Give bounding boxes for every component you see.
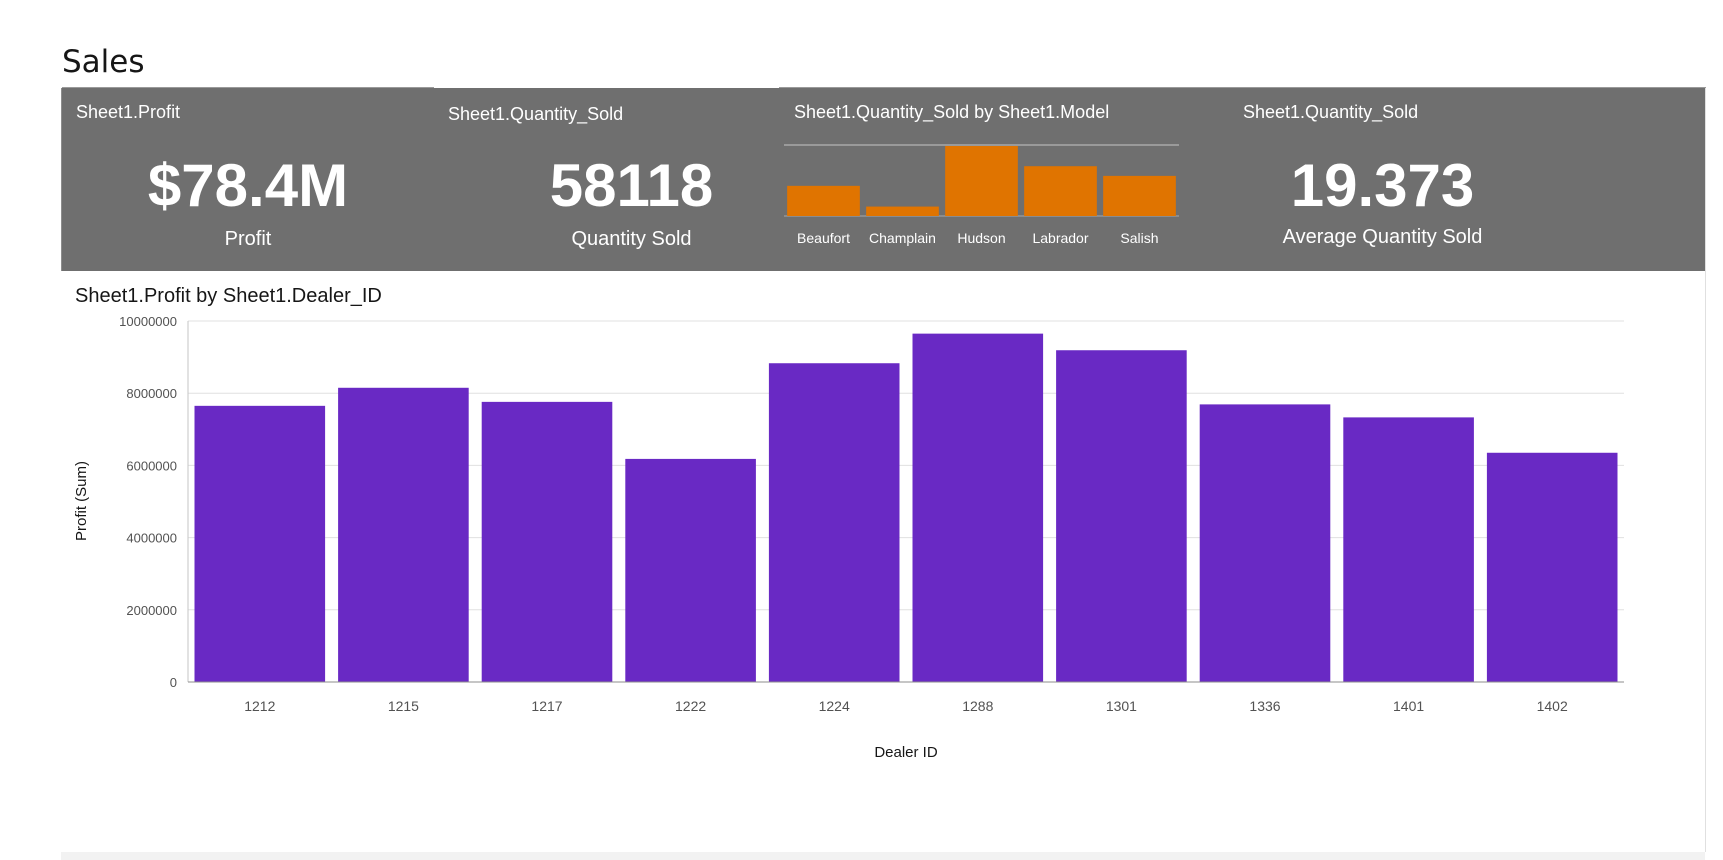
x-tick-label: Champlain bbox=[869, 230, 936, 246]
x-axis-title: Dealer ID bbox=[874, 744, 938, 761]
y-tick-label: 10000000 bbox=[119, 314, 177, 329]
kpi-value: 58118 bbox=[549, 152, 714, 219]
profit-by-dealer-chart: 0 2000000 4000000 6000000 8000000 10000000 121… bbox=[73, 314, 1624, 761]
y-tick-label: 8000000 bbox=[126, 386, 177, 401]
bar-labrador bbox=[1024, 166, 1097, 216]
x-tick-label: Salish bbox=[1120, 230, 1158, 246]
bar-dealer-1401 bbox=[1343, 417, 1474, 682]
average-quantity-tile[interactable]: Sheet1.Quantity_Sold 19.373 Average Quan… bbox=[1229, 88, 1706, 271]
y-tick-label: 6000000 bbox=[126, 458, 177, 473]
bar-dealer-1402 bbox=[1486, 452, 1618, 682]
x-tick-label: 1402 bbox=[1537, 698, 1568, 714]
y-tick-label: 2000000 bbox=[126, 603, 177, 618]
kpi-label: Profit bbox=[224, 228, 272, 250]
y-tick-label: 4000000 bbox=[126, 531, 177, 546]
tile-title: Sheet1.Profit bbox=[76, 102, 181, 122]
bar-dealer-1212 bbox=[194, 405, 326, 682]
x-tick-label: 1224 bbox=[819, 698, 850, 714]
tile-title: Sheet1.Quantity_Sold bbox=[448, 104, 624, 124]
kpi-value: 19.373 bbox=[1290, 152, 1475, 219]
panel-footer bbox=[61, 852, 1705, 860]
x-tick-label: Labrador bbox=[1032, 230, 1088, 246]
x-tick-label: 1336 bbox=[1249, 698, 1280, 714]
bar-hudson bbox=[945, 146, 1018, 216]
y-tick-label: 0 bbox=[170, 675, 177, 690]
x-tick-label: 1215 bbox=[388, 698, 419, 714]
x-tick-label: Beaufort bbox=[797, 230, 850, 246]
x-tick-label: 1222 bbox=[675, 698, 706, 714]
profit-tile[interactable]: Sheet1.Profit $78.4M Profit bbox=[62, 88, 434, 271]
bar-dealer-1288 bbox=[912, 333, 1044, 682]
x-tick-label: 1401 bbox=[1393, 698, 1424, 714]
tile-title: Sheet1.Quantity_Sold bbox=[1243, 102, 1419, 122]
kpi-strip: Sheet1.Profit $78.4M Profit Sheet1.Quant… bbox=[61, 87, 1706, 271]
bar-dealer-1222 bbox=[625, 458, 756, 682]
bar-dealer-1217 bbox=[481, 401, 613, 682]
bar-dealer-1301 bbox=[1056, 350, 1187, 682]
x-tick-label: 1288 bbox=[962, 698, 993, 714]
model-chart-tile[interactable]: Sheet1.Quantity_Sold by Sheet1.Model Bea… bbox=[779, 88, 1229, 271]
profit-by-dealer-panel[interactable]: Sheet1.Profit by Sheet1.Dealer_ID 0 20000… bbox=[61, 271, 1705, 852]
bar-champlain bbox=[866, 206, 939, 216]
bar-dealer-1224 bbox=[768, 363, 900, 682]
x-tick-label: Hudson bbox=[957, 230, 1005, 246]
model-bar-chart: Beaufort Champlain Hudson Labrador Salish bbox=[784, 144, 1179, 246]
bar-dealer-1215 bbox=[338, 387, 469, 682]
x-tick-label: 1301 bbox=[1106, 698, 1137, 714]
bar-beaufort bbox=[787, 185, 860, 216]
kpi-label: Average Quantity Sold bbox=[1282, 226, 1483, 248]
bar-dealer-1336 bbox=[1199, 404, 1331, 682]
x-tick-label: 1212 bbox=[244, 698, 275, 714]
x-tick-label: 1217 bbox=[531, 698, 562, 714]
kpi-value: $78.4M bbox=[147, 152, 349, 219]
kpi-label: Quantity Sold bbox=[571, 228, 692, 250]
panel-edge bbox=[1705, 88, 1706, 852]
quantity-sold-tile[interactable]: Sheet1.Quantity_Sold 58118 Quantity Sold bbox=[434, 88, 779, 271]
bar-salish bbox=[1103, 175, 1176, 216]
page-title: Sales bbox=[62, 44, 145, 80]
y-axis-title: Profit (Sum) bbox=[73, 461, 90, 541]
